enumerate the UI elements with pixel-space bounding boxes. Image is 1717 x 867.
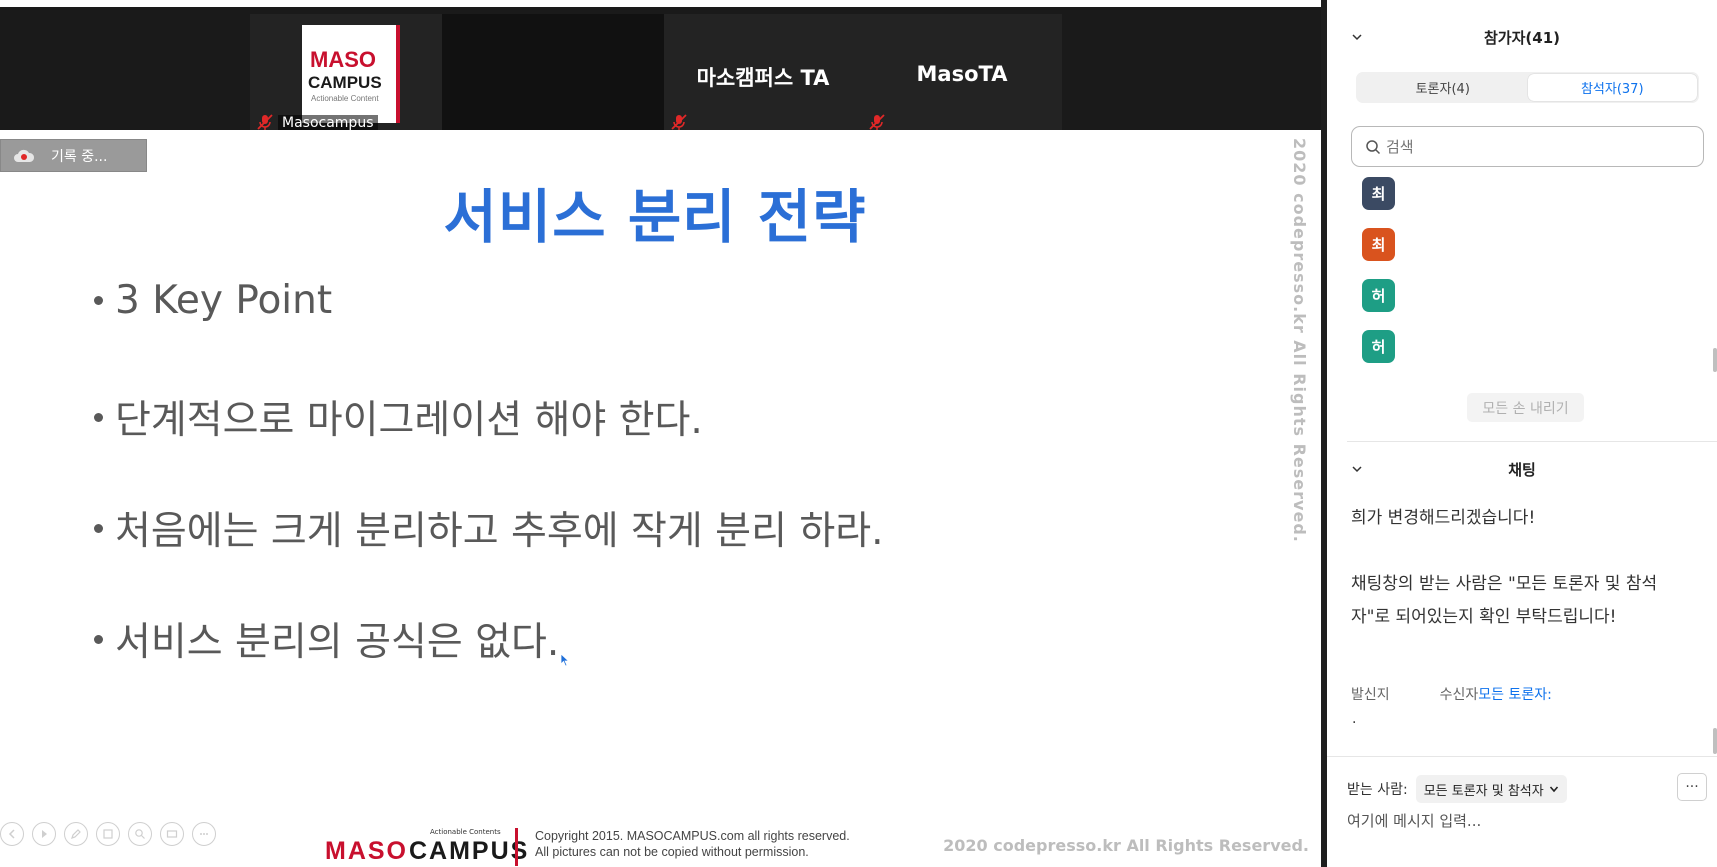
slide-bullet: 단계적으로 마이그레이션 해야 한다.	[94, 389, 703, 445]
mic-muted-icon	[869, 114, 885, 130]
chevron-down-icon	[1549, 786, 1558, 793]
slide-title: 서비스 분리 전략	[443, 183, 867, 251]
chat-scrollbar[interactable]	[1713, 728, 1717, 754]
chat-message: 채팅창의 받는 사람은 "모든 토론자 및 참석자"로 되어있는지 확인 부탁드…	[1351, 574, 1658, 627]
bullet-dot	[94, 412, 103, 422]
participant-list: 최 최 허 허	[1362, 177, 1395, 381]
video-tile-empty	[442, 14, 664, 137]
recording-indicator[interactable]: 기록 중...	[0, 139, 147, 172]
chat-header: 채팅	[1327, 454, 1717, 484]
recipient-label: 받는 사람:	[1347, 782, 1408, 798]
tab-attendees[interactable]: 참석자(37)	[1527, 74, 1697, 101]
participant-avatar[interactable]: 허	[1362, 279, 1395, 312]
chat-message: .	[1352, 711, 1357, 727]
to-prefix: 수신자	[1439, 687, 1479, 703]
participant-avatar[interactable]: 최	[1362, 177, 1395, 210]
slide-bullet: 서비스 분리의 공식은 없다.	[94, 611, 559, 667]
participant-search[interactable]	[1351, 126, 1704, 167]
chat-title: 채팅	[1508, 460, 1536, 479]
participant-name: MasoTA	[916, 62, 1008, 86]
video-tile-masota[interactable]: MasoTA	[862, 14, 1062, 137]
chevron-down-icon[interactable]	[1351, 31, 1363, 43]
panel-separator	[1347, 441, 1717, 442]
bullet-dot	[94, 523, 103, 533]
participant-tabs: 토론자(4) 참석자(37)	[1356, 72, 1699, 103]
footer-rights-text: 2020 codepresso.kr All Rights Reserved.	[943, 836, 1309, 855]
zoom-webinar-window: MASO CAMPUS Actionable Content Masocampu…	[0, 0, 1717, 867]
participant-avatar[interactable]: 허	[1362, 330, 1395, 363]
slide-bullet: 3 Key Point	[94, 278, 332, 323]
participant-name: 마소캠퍼스 TA	[696, 66, 830, 90]
mic-muted-icon	[257, 114, 273, 130]
participant-name: Masocampus	[278, 115, 378, 131]
slide-watermark: 2020 codepresso.kr All Rights Reserved.	[1290, 138, 1309, 543]
tab-panelists[interactable]: 토론자(4)	[1358, 74, 1528, 101]
recording-label: 기록 중...	[51, 148, 108, 165]
video-tile-maso-ta[interactable]: 마소캠퍼스 TA	[664, 14, 862, 137]
chat-sender-row: 발신지 수신자 모든 토론자:	[1351, 684, 1552, 704]
slide-footer: Actionable Contents MASO CAMPUS Copyrigh…	[325, 828, 1309, 866]
cloud-record-icon	[14, 149, 35, 162]
chat-recipient-row: 받는 사람: 모든 토론자 및 참석자	[1347, 775, 1567, 803]
chat-message-input[interactable]	[1347, 809, 1687, 833]
participant-scrollbar[interactable]	[1713, 348, 1717, 372]
side-panel: 참가자(41) 토론자(4) 참석자(37) 최 최 허 허 모든 손 내리기 …	[1327, 0, 1717, 867]
chat-messages: 희가 변경해드리겠습니다! 채팅창의 받는 사람은 "모든 토론자 및 참석자"…	[1351, 502, 1671, 667]
more-options-button[interactable]: ···	[1677, 773, 1707, 801]
participants-header: 참가자(41)	[1327, 22, 1717, 52]
lower-all-hands-button[interactable]: 모든 손 내리기	[1467, 393, 1584, 422]
search-input[interactable]	[1386, 137, 1686, 156]
mic-muted-icon	[671, 114, 687, 130]
participant-avatar[interactable]: 최	[1362, 228, 1395, 261]
participants-title: 참가자(41)	[1484, 28, 1560, 47]
sender-label: 발신지	[1351, 687, 1390, 703]
chevron-down-icon[interactable]	[1351, 463, 1363, 475]
video-strip: MASO CAMPUS Actionable Content Masocampu…	[0, 0, 1327, 137]
slide-bullet: 처음에는 크게 분리하고 추후에 작게 분리 하라.	[94, 500, 884, 556]
search-icon	[1366, 139, 1381, 154]
to-target: 모든 토론자:	[1478, 687, 1552, 703]
copyright-text: Copyright 2015. MASOCAMPUS.com all right…	[535, 829, 850, 859]
recipient-dropdown[interactable]: 모든 토론자 및 참석자	[1415, 775, 1567, 803]
chat-message: 희가 변경해드리겠습니다!	[1351, 508, 1536, 528]
masocampus-logo: MASO CAMPUS Actionable Content	[302, 25, 400, 123]
bullet-dot	[94, 634, 103, 644]
mouse-cursor-icon	[560, 653, 570, 667]
bullet-dot	[94, 296, 103, 305]
shared-slide: 기록 중... 서비스 분리 전략 3 Key Point 단계적으로 마이그레…	[0, 130, 1321, 867]
panel-separator	[1327, 756, 1717, 757]
video-tile-masocampus[interactable]: MASO CAMPUS Actionable Content Masocampu…	[250, 14, 442, 137]
